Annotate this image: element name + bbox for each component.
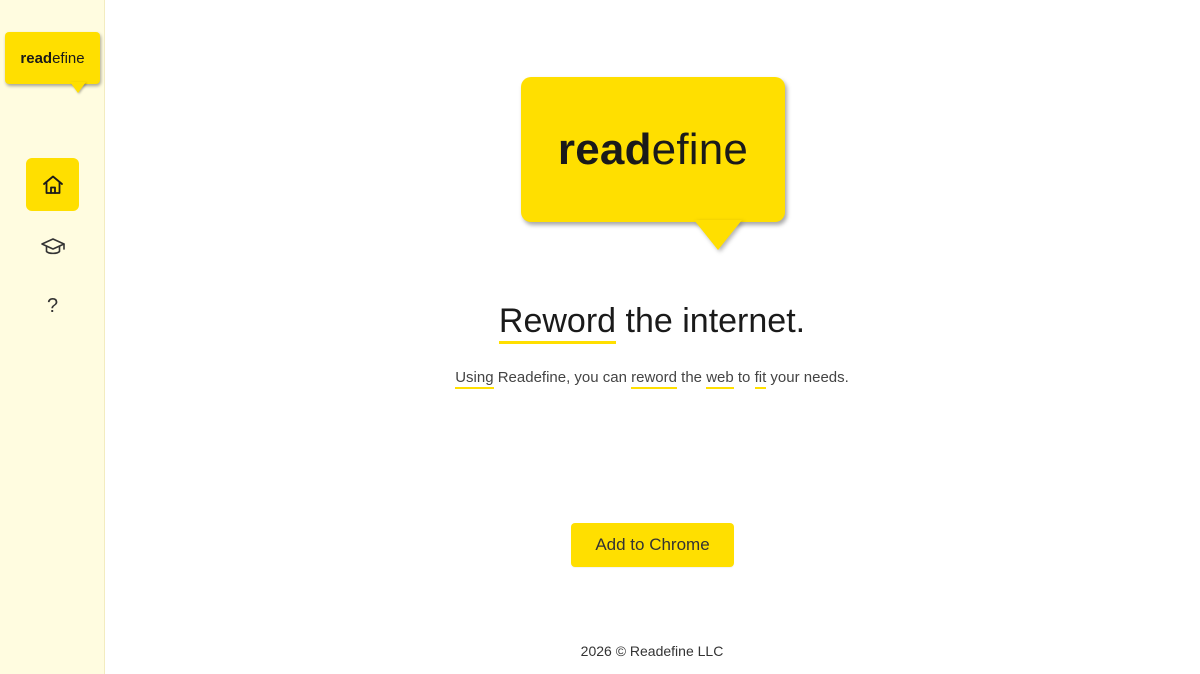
add-to-chrome-button[interactable]: Add to Chrome xyxy=(571,523,734,567)
subline-word-fit[interactable]: fit xyxy=(754,369,767,389)
subline-text-2: the xyxy=(677,369,707,386)
sidebar-logo-tail xyxy=(70,82,86,93)
subline: Using Readefine, you can reword the web … xyxy=(104,369,1200,389)
subline-text-1: Readefine, you can xyxy=(493,369,632,386)
nav-home-button[interactable] xyxy=(26,158,79,211)
home-icon xyxy=(42,175,63,194)
nav-help-button[interactable]: ? xyxy=(26,280,79,333)
main-logo-tail xyxy=(694,220,742,250)
subline-text-4: your needs. xyxy=(766,369,849,386)
subline-word-reword[interactable]: reword xyxy=(631,369,677,389)
footer-copyright: 2026 © Readefine LLC xyxy=(580,643,724,659)
question-mark-icon: ? xyxy=(46,295,59,317)
subline-word-using[interactable]: Using xyxy=(455,369,494,389)
subline-text-3: to xyxy=(733,369,755,386)
headline-rest: the internet. xyxy=(616,302,806,340)
sidebar-logo[interactable]: read efine xyxy=(5,32,100,93)
sidebar-logo-bold: read xyxy=(20,49,53,67)
sidebar-logo-rest: efine xyxy=(52,49,85,67)
headline: Reword the internet. xyxy=(104,302,1200,344)
subline-word-web[interactable]: web xyxy=(706,369,734,389)
main-logo-bold: read xyxy=(557,124,652,174)
main-logo-rest: efine xyxy=(651,124,749,174)
nav-learn-button[interactable] xyxy=(26,220,79,273)
graduation-cap-icon xyxy=(40,237,65,254)
headline-keyword[interactable]: Reword xyxy=(498,302,617,344)
sidebar: read efine ? xyxy=(0,0,105,674)
main-logo: read efine xyxy=(521,77,785,250)
